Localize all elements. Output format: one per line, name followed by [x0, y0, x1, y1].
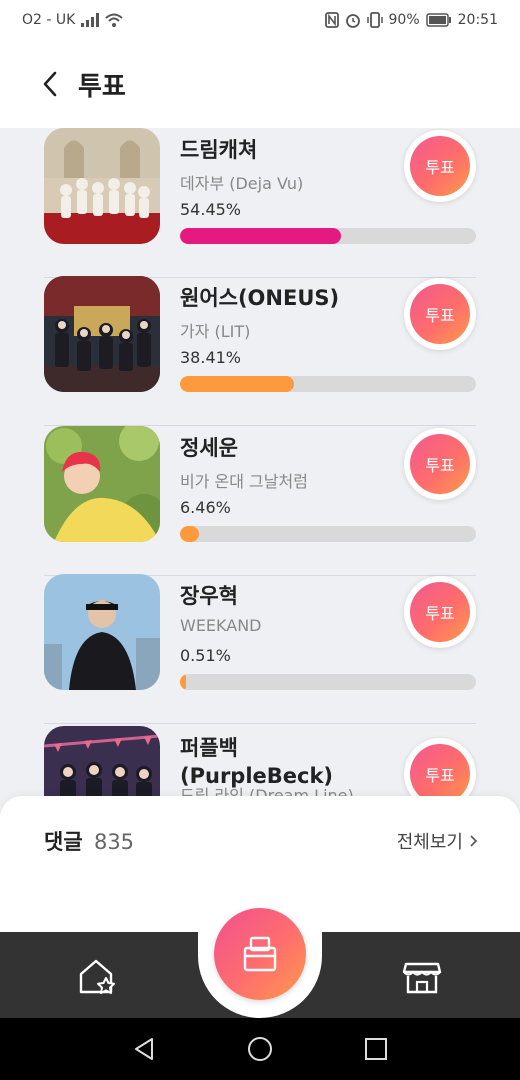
alarm-icon — [345, 14, 360, 28]
chevron-left-icon — [43, 71, 57, 97]
status-bar: O2 - UK 90% 20:51 — [0, 0, 520, 40]
vote-progress-bar — [180, 228, 476, 244]
battery-percent: 90% — [388, 12, 420, 28]
status-right: 90% 20:51 — [324, 12, 498, 28]
candidate-name: 드림캐쳐 — [180, 138, 258, 162]
vote-button-ring: 투표 — [404, 428, 476, 500]
triangle-back-icon — [135, 1038, 153, 1060]
candidate-photo — [44, 128, 160, 244]
vote-button[interactable]: 투표 — [410, 284, 470, 344]
nav-vote-button[interactable] — [214, 908, 306, 1000]
comments-header: 댓글 835 — [44, 826, 134, 856]
nav-store-button[interactable] — [400, 954, 444, 998]
system-recents-button[interactable] — [362, 1035, 390, 1063]
candidate-song: 가자 (LIT) — [180, 322, 251, 341]
vote-progress-bar — [180, 376, 476, 392]
candidate-percent: 38.41% — [180, 348, 242, 367]
candidate-photo — [44, 726, 160, 798]
candidate-percent: 54.45% — [180, 200, 242, 219]
candidate-row: 원어스(ONEUS) 가자 (LIT) 38.41% 투표 — [0, 276, 520, 426]
vote-button-ring: 투표 — [404, 130, 476, 202]
clock: 20:51 — [457, 12, 498, 28]
vote-progress-fill — [180, 228, 342, 244]
vote-progress-fill — [180, 674, 186, 690]
vote-button[interactable]: 투표 — [410, 744, 470, 798]
store-icon — [402, 962, 442, 994]
vote-button-ring: 투표 — [404, 576, 476, 648]
view-all-label: 전체보기 — [396, 832, 463, 853]
square-recents-icon — [365, 1038, 387, 1060]
nav-home-button[interactable] — [76, 954, 120, 998]
candidate-song: WEEKAND — [180, 616, 262, 635]
candidate-row: 드림캐쳐 데자부 (Deja Vu) 54.45% 투표 — [0, 128, 520, 278]
vote-progress-fill — [180, 376, 294, 392]
vote-progress-bar — [180, 674, 476, 690]
battery-icon — [425, 13, 451, 27]
vote-progress-bar — [180, 526, 476, 542]
system-back-button[interactable] — [130, 1035, 158, 1063]
vote-button-ring: 투표 — [404, 278, 476, 350]
back-button[interactable] — [38, 69, 62, 99]
system-home-button[interactable] — [246, 1035, 274, 1063]
vibrate-icon — [366, 12, 383, 28]
circle-home-icon — [248, 1037, 272, 1061]
system-nav-bar — [0, 1018, 520, 1080]
vote-button[interactable]: 투표 — [410, 136, 470, 196]
candidate-percent: 0.51% — [180, 646, 231, 665]
candidate-photo — [44, 276, 160, 392]
status-left: O2 - UK — [22, 12, 123, 28]
comments-title: 댓글 — [44, 830, 83, 854]
candidate-row: 정세운 비가 온대 그날처럼 6.46% 투표 — [0, 426, 520, 576]
candidate-name: 정세운 — [180, 436, 238, 460]
candidate-percent: 6.46% — [180, 498, 231, 517]
candidate-name: 원어스(ONEUS) — [180, 286, 340, 310]
candidate-photo — [44, 574, 160, 690]
vote-button[interactable]: 투표 — [410, 434, 470, 494]
vote-box-icon — [243, 936, 277, 972]
vote-progress-fill — [180, 526, 200, 542]
wifi-icon — [105, 13, 123, 27]
nfc-icon — [324, 12, 339, 28]
candidate-row: 장우혁 WEEKAND 0.51% 투표 — [0, 574, 520, 724]
candidate-list[interactable]: 드림캐쳐 데자부 (Deja Vu) 54.45% 투표 원어스(ONEUS) … — [0, 128, 520, 798]
view-all-comments-link[interactable]: 전체보기 — [397, 828, 478, 854]
chevron-right-icon — [470, 835, 478, 847]
vote-button[interactable]: 투표 — [410, 582, 470, 642]
candidate-song: 데자부 (Deja Vu) — [180, 174, 304, 193]
candidate-name: 장우혁 — [180, 584, 238, 608]
signal-icon — [81, 13, 100, 27]
vote-button-ring: 투표 — [404, 738, 476, 798]
row-divider — [44, 723, 476, 724]
page-title: 투표 — [78, 71, 126, 102]
home-star-icon — [79, 959, 115, 994]
candidate-song: 비가 온대 그날처럼 — [180, 472, 308, 491]
candidate-row: 퍼플백(PurpleBeck) 드림 라인 (Dream Line) 투표 — [0, 726, 520, 798]
carrier-label: O2 - UK — [22, 12, 76, 28]
candidate-photo — [44, 426, 160, 542]
app-header: 투표 — [0, 40, 520, 128]
comments-count: 835 — [93, 830, 135, 854]
bottom-nav — [0, 908, 520, 1018]
